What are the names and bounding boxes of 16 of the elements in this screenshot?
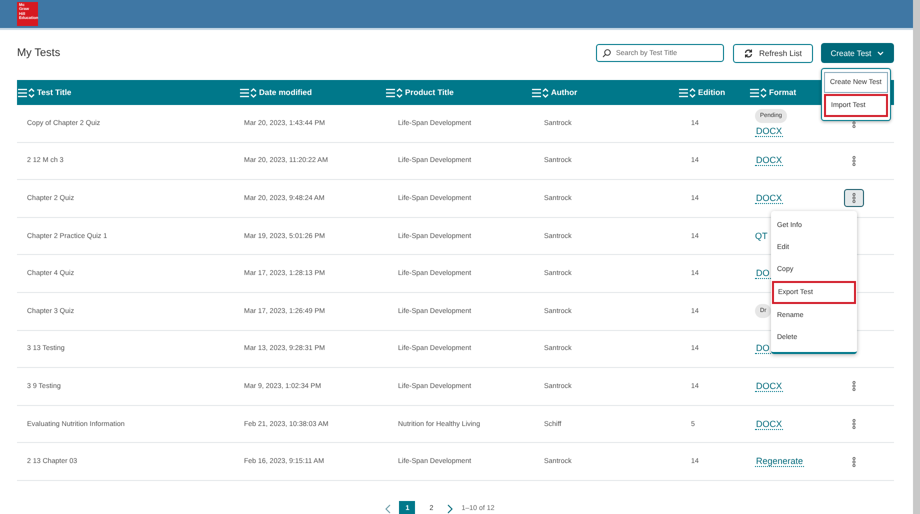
format-link[interactable]: DOCX [755,155,784,166]
create-test-button[interactable]: Create Test [821,43,894,63]
format-link[interactable]: DOCX [755,192,784,204]
refresh-button[interactable]: Refresh List [733,44,813,62]
format-link[interactable]: Regenerate [755,456,804,468]
column-header[interactable]: Test Title [37,88,72,97]
column-header[interactable]: Format [769,88,796,97]
column-header[interactable]: Author [551,88,578,97]
column-header[interactable]: Edition [698,88,726,97]
column-header[interactable]: Date modified [259,88,312,97]
format-link[interactable]: DOCX [755,418,784,430]
format-link[interactable]: DOCX [755,380,784,392]
format-link[interactable]: QT [755,231,768,242]
page-title: My Tests [17,47,62,59]
format-link[interactable]: DOCX [755,126,784,138]
column-header[interactable]: Product Title [405,88,454,97]
